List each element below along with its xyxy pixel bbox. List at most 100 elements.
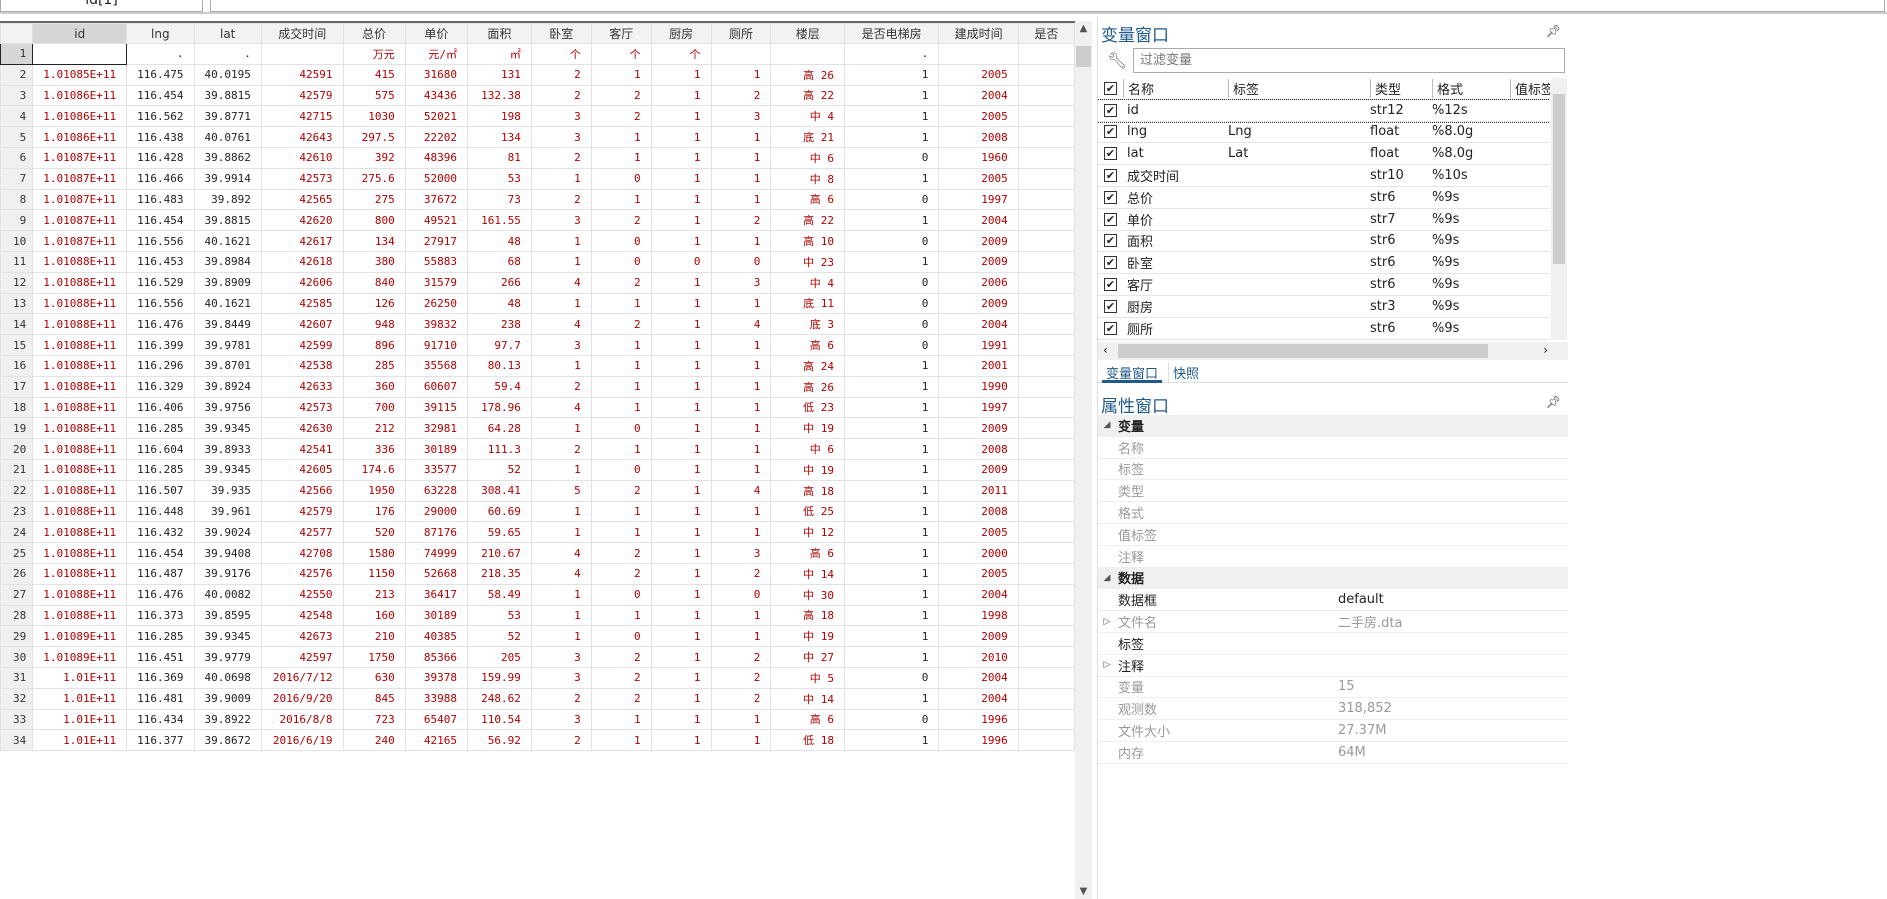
data-cell[interactable]: 高 10 bbox=[770, 230, 845, 252]
data-cell[interactable]: 1 bbox=[710, 167, 772, 190]
data-cell[interactable] bbox=[1017, 708, 1075, 731]
data-cell[interactable]: 39.8933 bbox=[193, 438, 262, 460]
data-cell[interactable]: 2000 bbox=[938, 542, 1019, 564]
data-cell[interactable]: 116.562 bbox=[126, 105, 195, 128]
data-cell[interactable]: 65407 bbox=[404, 708, 468, 731]
data-cell[interactable]: 1.01086E+11 bbox=[32, 105, 128, 128]
data-cell[interactable]: 1.01085E+11 bbox=[32, 63, 128, 86]
data-cell[interactable]: 1 bbox=[843, 438, 940, 460]
data-cell[interactable] bbox=[1017, 313, 1075, 336]
data-cell[interactable]: 2 bbox=[590, 542, 652, 564]
data-cell[interactable]: 低 18 bbox=[770, 729, 845, 752]
data-cell[interactable]: 116.483 bbox=[126, 188, 195, 211]
data-cell[interactable]: 2005 bbox=[938, 167, 1019, 190]
data-cell[interactable] bbox=[710, 43, 772, 65]
data-cell[interactable]: 1 bbox=[843, 646, 940, 668]
data-cell[interactable]: 1.01E+11 bbox=[32, 708, 128, 731]
data-cell[interactable]: . bbox=[843, 43, 940, 65]
data-cell[interactable]: 1.01088E+11 bbox=[32, 479, 128, 502]
data-cell[interactable]: 116.434 bbox=[126, 708, 195, 731]
data-cell[interactable] bbox=[1017, 542, 1075, 564]
row-number[interactable]: 1 bbox=[0, 43, 34, 65]
data-cell[interactable]: 2010 bbox=[938, 646, 1019, 668]
data-cell[interactable]: 63228 bbox=[404, 479, 468, 502]
data-cell[interactable]: 48 bbox=[466, 292, 532, 315]
data-cell[interactable]: 1 bbox=[530, 292, 592, 315]
data-cell[interactable]: 1 bbox=[530, 500, 592, 523]
data-cell[interactable] bbox=[1017, 375, 1075, 398]
data-cell[interactable]: 1 bbox=[710, 292, 772, 315]
row-number[interactable]: 28 bbox=[0, 604, 34, 627]
data-cell[interactable]: 52021 bbox=[404, 105, 468, 128]
data-cell[interactable]: 元/㎡ bbox=[404, 43, 468, 65]
data-cell[interactable]: 53 bbox=[466, 167, 532, 190]
data-cell[interactable]: 2011 bbox=[938, 479, 1019, 502]
data-cell[interactable]: 205 bbox=[466, 646, 532, 668]
data-cell[interactable]: 160 bbox=[342, 604, 406, 627]
data-cell[interactable]: 39.9345 bbox=[193, 625, 262, 648]
data-cell[interactable]: 个 bbox=[530, 43, 592, 65]
data-cell[interactable]: 1.01088E+11 bbox=[32, 583, 128, 606]
data-cell[interactable]: 52 bbox=[466, 625, 532, 648]
data-cell[interactable]: 2 bbox=[710, 646, 772, 668]
data-cell[interactable]: 1 bbox=[650, 417, 712, 440]
data-cell[interactable]: 1 bbox=[650, 167, 712, 190]
data-cell[interactable]: 1 bbox=[843, 167, 940, 190]
data-cell[interactable]: 1 bbox=[650, 354, 712, 377]
data-cell[interactable] bbox=[1017, 417, 1075, 440]
data-cell[interactable]: 2 bbox=[530, 375, 592, 398]
data-cell[interactable]: 116.285 bbox=[126, 458, 195, 481]
data-cell[interactable] bbox=[1017, 43, 1075, 65]
data-cell[interactable]: 116.399 bbox=[126, 334, 195, 356]
data-cell[interactable]: 116.296 bbox=[126, 354, 195, 377]
data-cell[interactable]: 2 bbox=[590, 666, 652, 689]
property-row[interactable]: 内存 64M bbox=[1098, 742, 1568, 764]
data-cell[interactable]: 2005 bbox=[938, 105, 1019, 128]
data-cell[interactable]: 高 26 bbox=[770, 375, 845, 398]
data-cell[interactable]: 1.01089E+11 bbox=[32, 646, 128, 668]
data-cell[interactable]: 2004 bbox=[938, 687, 1019, 710]
data-cell[interactable]: 59.4 bbox=[466, 375, 532, 398]
data-cell[interactable]: 1 bbox=[650, 729, 712, 752]
row-number[interactable]: 10 bbox=[0, 230, 34, 252]
row-number[interactable]: 2 bbox=[0, 63, 34, 86]
property-row[interactable]: 文件大小 27.37M bbox=[1098, 720, 1568, 742]
data-cell[interactable]: 360 bbox=[342, 375, 406, 398]
data-cell[interactable]: 底 11 bbox=[770, 292, 845, 315]
data-cell[interactable]: 中 5 bbox=[770, 666, 845, 689]
variable-list-hscrollbar[interactable]: ‹ › bbox=[1098, 342, 1568, 360]
data-cell[interactable]: 42550 bbox=[260, 583, 344, 606]
variable-row[interactable]: ✔ 厨房 str3 %9s bbox=[1098, 296, 1550, 318]
variable-row[interactable]: ✔ 卧室 str6 %9s bbox=[1098, 252, 1550, 275]
data-cell[interactable]: 2 bbox=[710, 687, 772, 710]
data-cell[interactable]: 39378 bbox=[404, 666, 468, 689]
variable-checkbox[interactable]: ✔ bbox=[1104, 103, 1117, 117]
data-cell[interactable]: 1 bbox=[650, 63, 712, 86]
property-row[interactable]: 标签 bbox=[1098, 633, 1568, 655]
data-cell[interactable]: 39.8815 bbox=[193, 84, 262, 107]
data-cell[interactable]: 1.01087E+11 bbox=[32, 167, 128, 190]
data-cell[interactable]: 116.487 bbox=[126, 562, 195, 585]
data-cell[interactable]: 高 18 bbox=[770, 479, 845, 502]
data-cell[interactable]: 97.7 bbox=[466, 334, 532, 356]
data-cell[interactable]: 0 bbox=[843, 666, 940, 689]
data-cell[interactable]: 42597 bbox=[260, 646, 344, 668]
data-cell[interactable]: 0 bbox=[843, 708, 940, 731]
property-row[interactable]: 变量 15 bbox=[1098, 677, 1568, 699]
row-number[interactable]: 6 bbox=[0, 146, 34, 169]
data-cell[interactable] bbox=[1017, 84, 1075, 107]
data-cell[interactable]: 底 21 bbox=[770, 126, 845, 148]
data-cell[interactable]: 3 bbox=[710, 271, 772, 294]
variable-checkbox[interactable]: ✔ bbox=[1104, 125, 1117, 139]
pin-icon[interactable]: 📌︎ bbox=[1546, 395, 1561, 409]
data-cell[interactable]: 1 bbox=[843, 84, 940, 107]
data-cell[interactable]: 0 bbox=[590, 458, 652, 481]
data-cell[interactable]: 1 bbox=[843, 417, 940, 440]
data-cell[interactable]: 1.01088E+11 bbox=[32, 438, 128, 460]
data-cell[interactable]: 42576 bbox=[260, 562, 344, 585]
data-cell[interactable]: 159.99 bbox=[466, 666, 532, 689]
data-cell[interactable]: 116.451 bbox=[126, 646, 195, 668]
variable-row[interactable]: ✔ 单价 str7 %9s bbox=[1098, 209, 1550, 231]
collapse-icon[interactable]: ◢ bbox=[1098, 420, 1116, 430]
data-cell[interactable]: 1 bbox=[710, 625, 772, 648]
